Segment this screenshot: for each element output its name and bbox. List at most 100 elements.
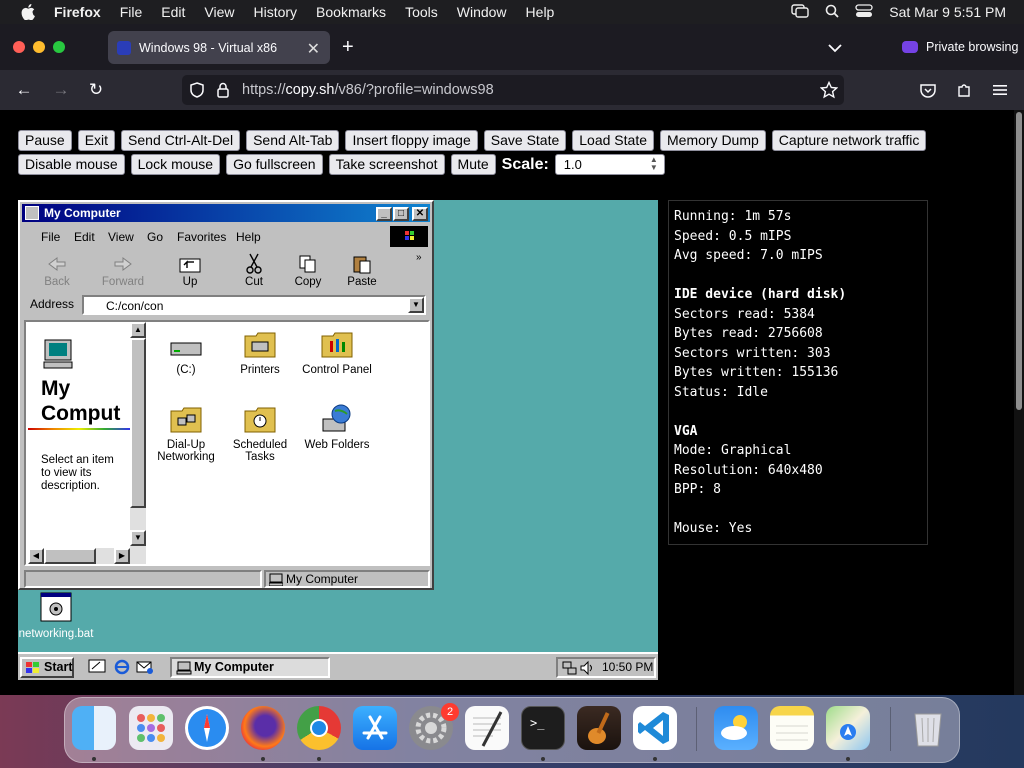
menu-edit[interactable]: Edit <box>161 4 185 20</box>
load-state-button[interactable]: Load State <box>572 130 654 151</box>
scroll-down-icon[interactable]: ▼ <box>130 530 146 546</box>
taskbar-my-computer-button[interactable]: My Computer <box>170 657 330 678</box>
win-menu-favorites[interactable]: Favorites <box>177 230 226 244</box>
url-bar[interactable]: https://copy.sh/v86/?profile=windows98 <box>182 75 844 105</box>
take-screenshot-button[interactable]: Take screenshot <box>328 154 445 175</box>
send-alt-tab-button[interactable]: Send Alt-Tab <box>246 130 340 151</box>
win-maximize-button[interactable]: □ <box>393 207 409 221</box>
insert-floppy-button[interactable]: Insert floppy image <box>345 130 478 151</box>
scroll-up-icon[interactable]: ▲ <box>130 322 146 338</box>
menu-bookmarks[interactable]: Bookmarks <box>316 4 386 20</box>
new-tab-button[interactable]: + <box>342 36 354 59</box>
menu-file[interactable]: File <box>120 4 143 20</box>
web-folders-item[interactable]: Web Folders <box>294 401 380 451</box>
send-ctrl-alt-del-button[interactable]: Send Ctrl-Alt-Del <box>121 130 241 151</box>
left-vscrollbar[interactable]: ▲ ▼ <box>130 322 146 564</box>
network-tray-icon[interactable] <box>562 660 578 680</box>
scheduled-tasks-item[interactable]: Scheduled Tasks <box>220 401 300 463</box>
emulator-screen[interactable]: My Computer _ □ ✕ File Edit View Go Favo… <box>18 200 658 680</box>
outlook-express-icon[interactable] <box>136 659 154 680</box>
firefox-icon[interactable] <box>241 706 285 750</box>
win-copy-button[interactable]: Copy <box>281 252 335 288</box>
go-fullscreen-button[interactable]: Go fullscreen <box>226 154 323 175</box>
tray-clock[interactable]: 10:50 PM <box>602 659 653 676</box>
vscode-icon[interactable] <box>633 706 677 750</box>
garageband-icon[interactable] <box>577 706 621 750</box>
dial-up-networking-item[interactable]: Dial-Up Networking <box>146 401 226 463</box>
notes-icon[interactable] <box>770 706 814 750</box>
win-back-button[interactable]: Back <box>30 252 84 288</box>
page-scrollbar-thumb[interactable] <box>1016 112 1022 410</box>
browser-tab[interactable]: Windows 98 - Virtual x86 ✕ <box>108 31 330 64</box>
screen-mirroring-icon[interactable] <box>791 3 809 21</box>
exit-button[interactable]: Exit <box>77 130 116 151</box>
url-text[interactable]: https://copy.sh/v86/?profile=windows98 <box>242 82 494 98</box>
extensions-icon[interactable] <box>953 79 975 101</box>
list-all-tabs-icon[interactable] <box>828 40 842 58</box>
forward-arrow-icon[interactable]: → <box>50 79 72 101</box>
drive-c-item[interactable]: (C:) <box>146 326 226 376</box>
window-close-button[interactable] <box>13 41 25 53</box>
win-menu-view[interactable]: View <box>108 230 134 244</box>
win-menu-edit[interactable]: Edit <box>74 230 95 244</box>
memory-dump-button[interactable]: Memory Dump <box>660 130 766 151</box>
menu-help[interactable]: Help <box>526 4 555 20</box>
pause-button[interactable]: Pause <box>18 130 72 151</box>
safari-icon[interactable] <box>185 706 229 750</box>
scroll-left-icon[interactable]: ◀ <box>28 548 44 564</box>
networking-bat-desktop-icon[interactable]: networking.bat <box>18 590 98 640</box>
my-computer-titlebar[interactable]: My Computer _ □ ✕ <box>22 204 430 222</box>
back-arrow-icon[interactable]: ← <box>13 79 35 101</box>
apple-menu-icon[interactable] <box>20 4 36 20</box>
chrome-icon[interactable] <box>297 706 341 750</box>
maps-icon[interactable] <box>826 706 870 750</box>
trash-icon[interactable] <box>906 706 950 750</box>
menu-tools[interactable]: Tools <box>405 4 438 20</box>
textedit-icon[interactable] <box>465 706 509 750</box>
start-button[interactable]: Start <box>20 657 74 678</box>
menu-history[interactable]: History <box>253 4 297 20</box>
hamburger-menu-icon[interactable] <box>989 79 1011 101</box>
app-store-icon[interactable] <box>353 706 397 750</box>
win-menu-help[interactable]: Help <box>236 230 261 244</box>
finder-icon[interactable] <box>72 706 116 750</box>
terminal-icon[interactable]: >_ <box>521 706 565 750</box>
scale-stepper-icon[interactable]: ▲ ▼ <box>650 156 658 172</box>
printers-item[interactable]: Printers <box>220 326 300 376</box>
left-hscrollbar[interactable]: ◀ ▶ <box>28 548 130 564</box>
volume-tray-icon[interactable] <box>580 660 594 680</box>
launchpad-icon[interactable] <box>129 706 173 750</box>
mute-button[interactable]: Mute <box>450 154 496 175</box>
hscroll-thumb[interactable] <box>44 548 96 564</box>
address-dropdown-icon[interactable]: ▼ <box>408 297 424 313</box>
lock-icon[interactable] <box>217 82 229 102</box>
tracking-shield-icon[interactable] <box>190 82 204 102</box>
tab-close-icon[interactable]: ✕ <box>307 39 320 59</box>
save-state-button[interactable]: Save State <box>483 130 567 151</box>
capture-network-traffic-button[interactable]: Capture network traffic <box>771 130 927 151</box>
my-computer-window[interactable]: My Computer _ □ ✕ File Edit View Go Favo… <box>18 200 434 590</box>
internet-explorer-icon[interactable] <box>113 659 131 680</box>
scroll-thumb[interactable] <box>130 338 146 508</box>
weather-icon[interactable] <box>714 706 758 750</box>
toolbar-chevron-icon[interactable]: » <box>416 252 422 263</box>
win-paste-button[interactable]: Paste <box>335 252 389 288</box>
win-close-button[interactable]: ✕ <box>412 207 428 221</box>
reload-icon[interactable]: ↻ <box>85 79 107 101</box>
scroll-right-icon[interactable]: ▶ <box>114 548 130 564</box>
window-minimize-button[interactable] <box>33 41 45 53</box>
win-up-button[interactable]: Up <box>163 252 217 288</box>
win-minimize-button[interactable]: _ <box>376 207 392 221</box>
menu-window[interactable]: Window <box>457 4 507 20</box>
win-menu-go[interactable]: Go <box>147 230 163 244</box>
menubar-clock[interactable]: Sat Mar 9 5:51 PM <box>889 4 1006 20</box>
spotlight-search-icon[interactable] <box>825 4 839 21</box>
address-input[interactable]: C:/con/con ▼ <box>82 295 426 315</box>
win-cut-button[interactable]: Cut <box>227 252 281 288</box>
scale-input[interactable]: 1.0 ▲ ▼ <box>554 154 665 175</box>
app-name[interactable]: Firefox <box>54 4 101 20</box>
win-menu-file[interactable]: File <box>41 230 60 244</box>
lock-mouse-button[interactable]: Lock mouse <box>130 154 221 175</box>
window-zoom-button[interactable] <box>53 41 65 53</box>
control-center-icon[interactable] <box>855 3 873 21</box>
